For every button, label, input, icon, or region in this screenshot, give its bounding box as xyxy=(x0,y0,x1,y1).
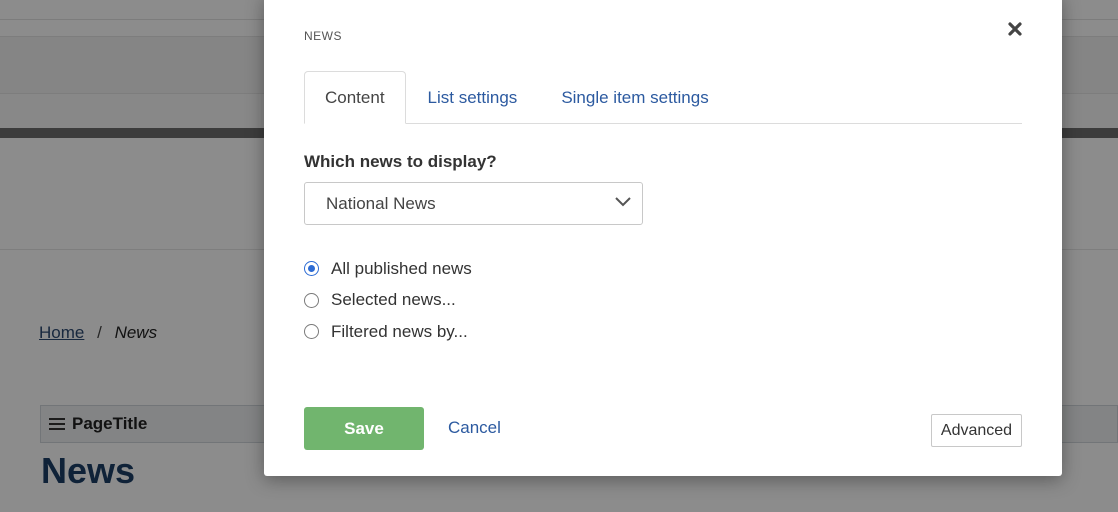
cancel-button[interactable]: Cancel xyxy=(448,418,501,438)
dialog-title: NEWS xyxy=(304,29,342,43)
radio-label-selected: Selected news... xyxy=(331,290,456,310)
tab-list-settings[interactable]: List settings xyxy=(406,71,540,124)
tab-single-item-settings[interactable]: Single item settings xyxy=(539,71,730,124)
tab-bar: Content List settings Single item settin… xyxy=(304,71,1022,124)
news-provider-select-value: National News xyxy=(326,193,436,213)
news-settings-dialog: NEWS Content List settings Single item s… xyxy=(264,0,1062,476)
tab-content[interactable]: Content xyxy=(304,71,406,124)
which-news-label: Which news to display? xyxy=(304,152,497,171)
close-button[interactable] xyxy=(1006,20,1024,38)
radio-option-filtered[interactable]: Filtered news by... xyxy=(304,316,472,348)
radio-button-all-published[interactable] xyxy=(304,261,319,277)
close-icon xyxy=(1008,22,1022,36)
advanced-button[interactable]: Advanced xyxy=(931,414,1022,447)
save-button[interactable]: Save xyxy=(304,407,424,450)
news-provider-select[interactable]: National News xyxy=(304,182,643,225)
radio-option-all-published[interactable]: All published news xyxy=(304,253,472,285)
radio-button-filtered[interactable] xyxy=(304,324,319,340)
news-selection-radio-group: All published news Selected news... Filt… xyxy=(304,253,472,348)
radio-button-selected[interactable] xyxy=(304,292,319,308)
radio-option-selected[interactable]: Selected news... xyxy=(304,285,472,317)
radio-label-all-published: All published news xyxy=(331,258,472,278)
chevron-down-icon xyxy=(615,197,631,207)
radio-label-filtered: Filtered news by... xyxy=(331,321,468,341)
